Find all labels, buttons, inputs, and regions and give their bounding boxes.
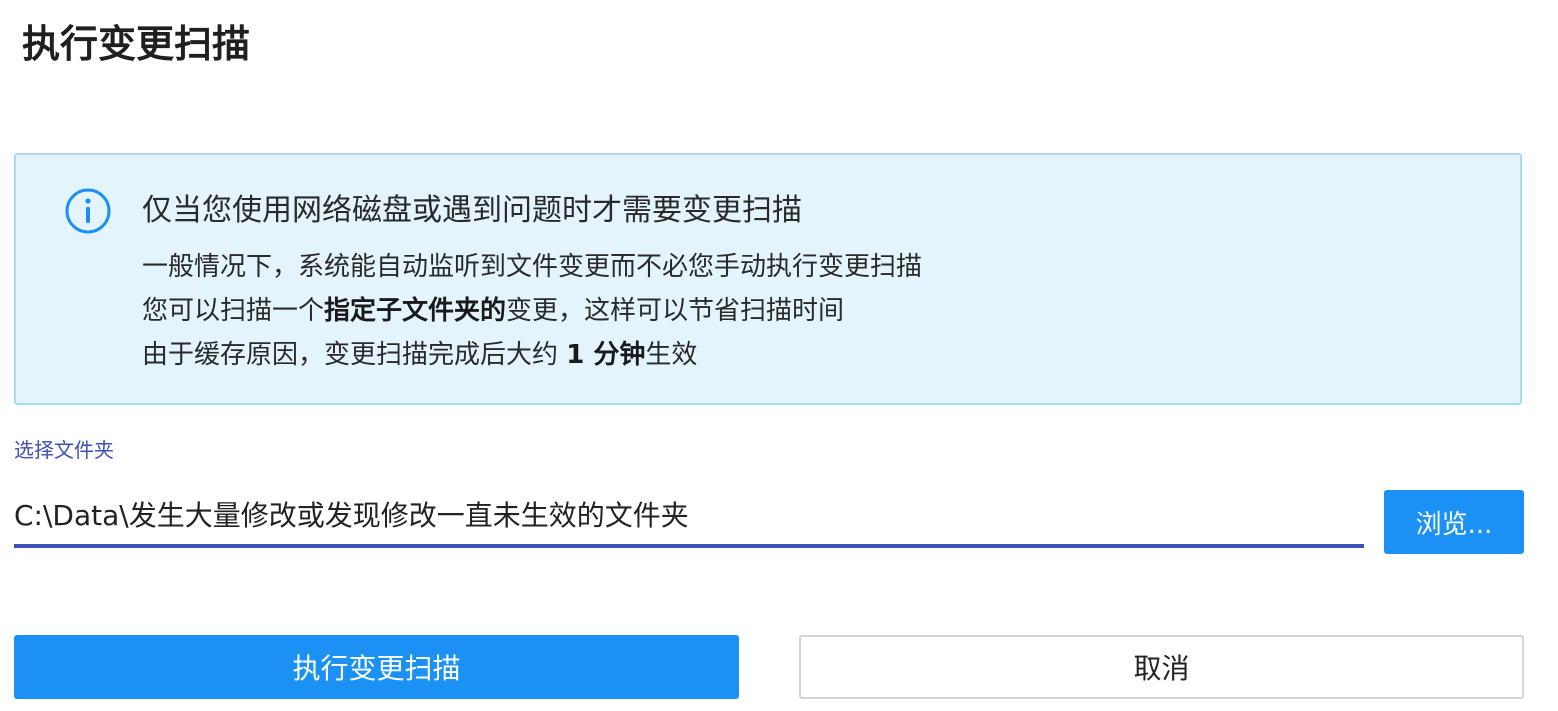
info-line-cache-prefix: 由于缓存原因，变更扫描完成后大约 [142, 340, 567, 370]
info-line-subfolder-prefix: 您可以扫描一个 [142, 296, 325, 326]
info-line-subfolder-suffix: 变更，这样可以节省扫描时间 [506, 296, 845, 326]
info-line-subfolder: 您可以扫描一个指定子文件夹的变更，这样可以节省扫描时间 [142, 293, 844, 329]
info-line-subfolder-emphasis: 指定子文件夹的 [324, 296, 507, 326]
browse-button[interactable]: 浏览... [1384, 490, 1524, 554]
info-callout: 仅当您使用网络磁盘或遇到问题时才需要变更扫描 一般情况下，系统能自动监听到文件变… [14, 153, 1522, 405]
info-line-cache-suffix: 生效 [645, 340, 698, 370]
folder-path-input[interactable] [14, 484, 1364, 548]
info-line-cache-delay: 由于缓存原因，变更扫描完成后大约 1 分钟生效 [142, 337, 697, 373]
info-line-auto-monitor: 一般情况下，系统能自动监听到文件变更而不必您手动执行变更扫描 [142, 252, 923, 282]
info-heading: 仅当您使用网络磁盘或遇到问题时才需要变更扫描 [142, 193, 802, 228]
info-circle-icon [64, 187, 112, 235]
info-line-cache-emphasis: 1 分钟 [566, 340, 646, 370]
page-title: 执行变更扫描 [22, 22, 251, 66]
cancel-button[interactable]: 取消 [799, 635, 1524, 699]
folder-field-label: 选择文件夹 [14, 438, 114, 462]
run-scan-button[interactable]: 执行变更扫描 [14, 635, 739, 699]
